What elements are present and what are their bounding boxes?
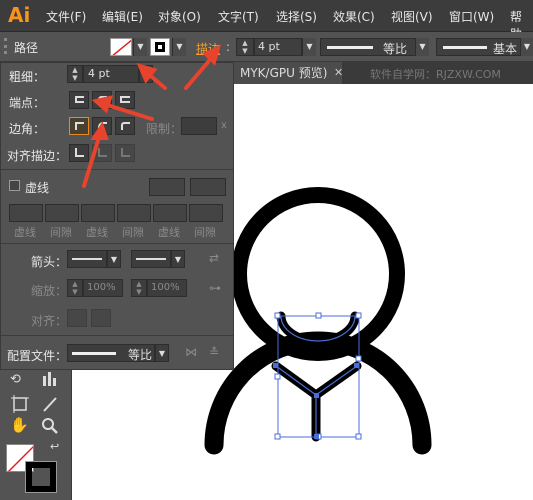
arrow-head-4	[90, 121, 109, 140]
arrow-to-corner	[82, 132, 102, 188]
annotation-arrows	[82, 44, 222, 188]
arrow-head-3	[91, 95, 114, 114]
arrow-to-cap	[102, 102, 154, 121]
